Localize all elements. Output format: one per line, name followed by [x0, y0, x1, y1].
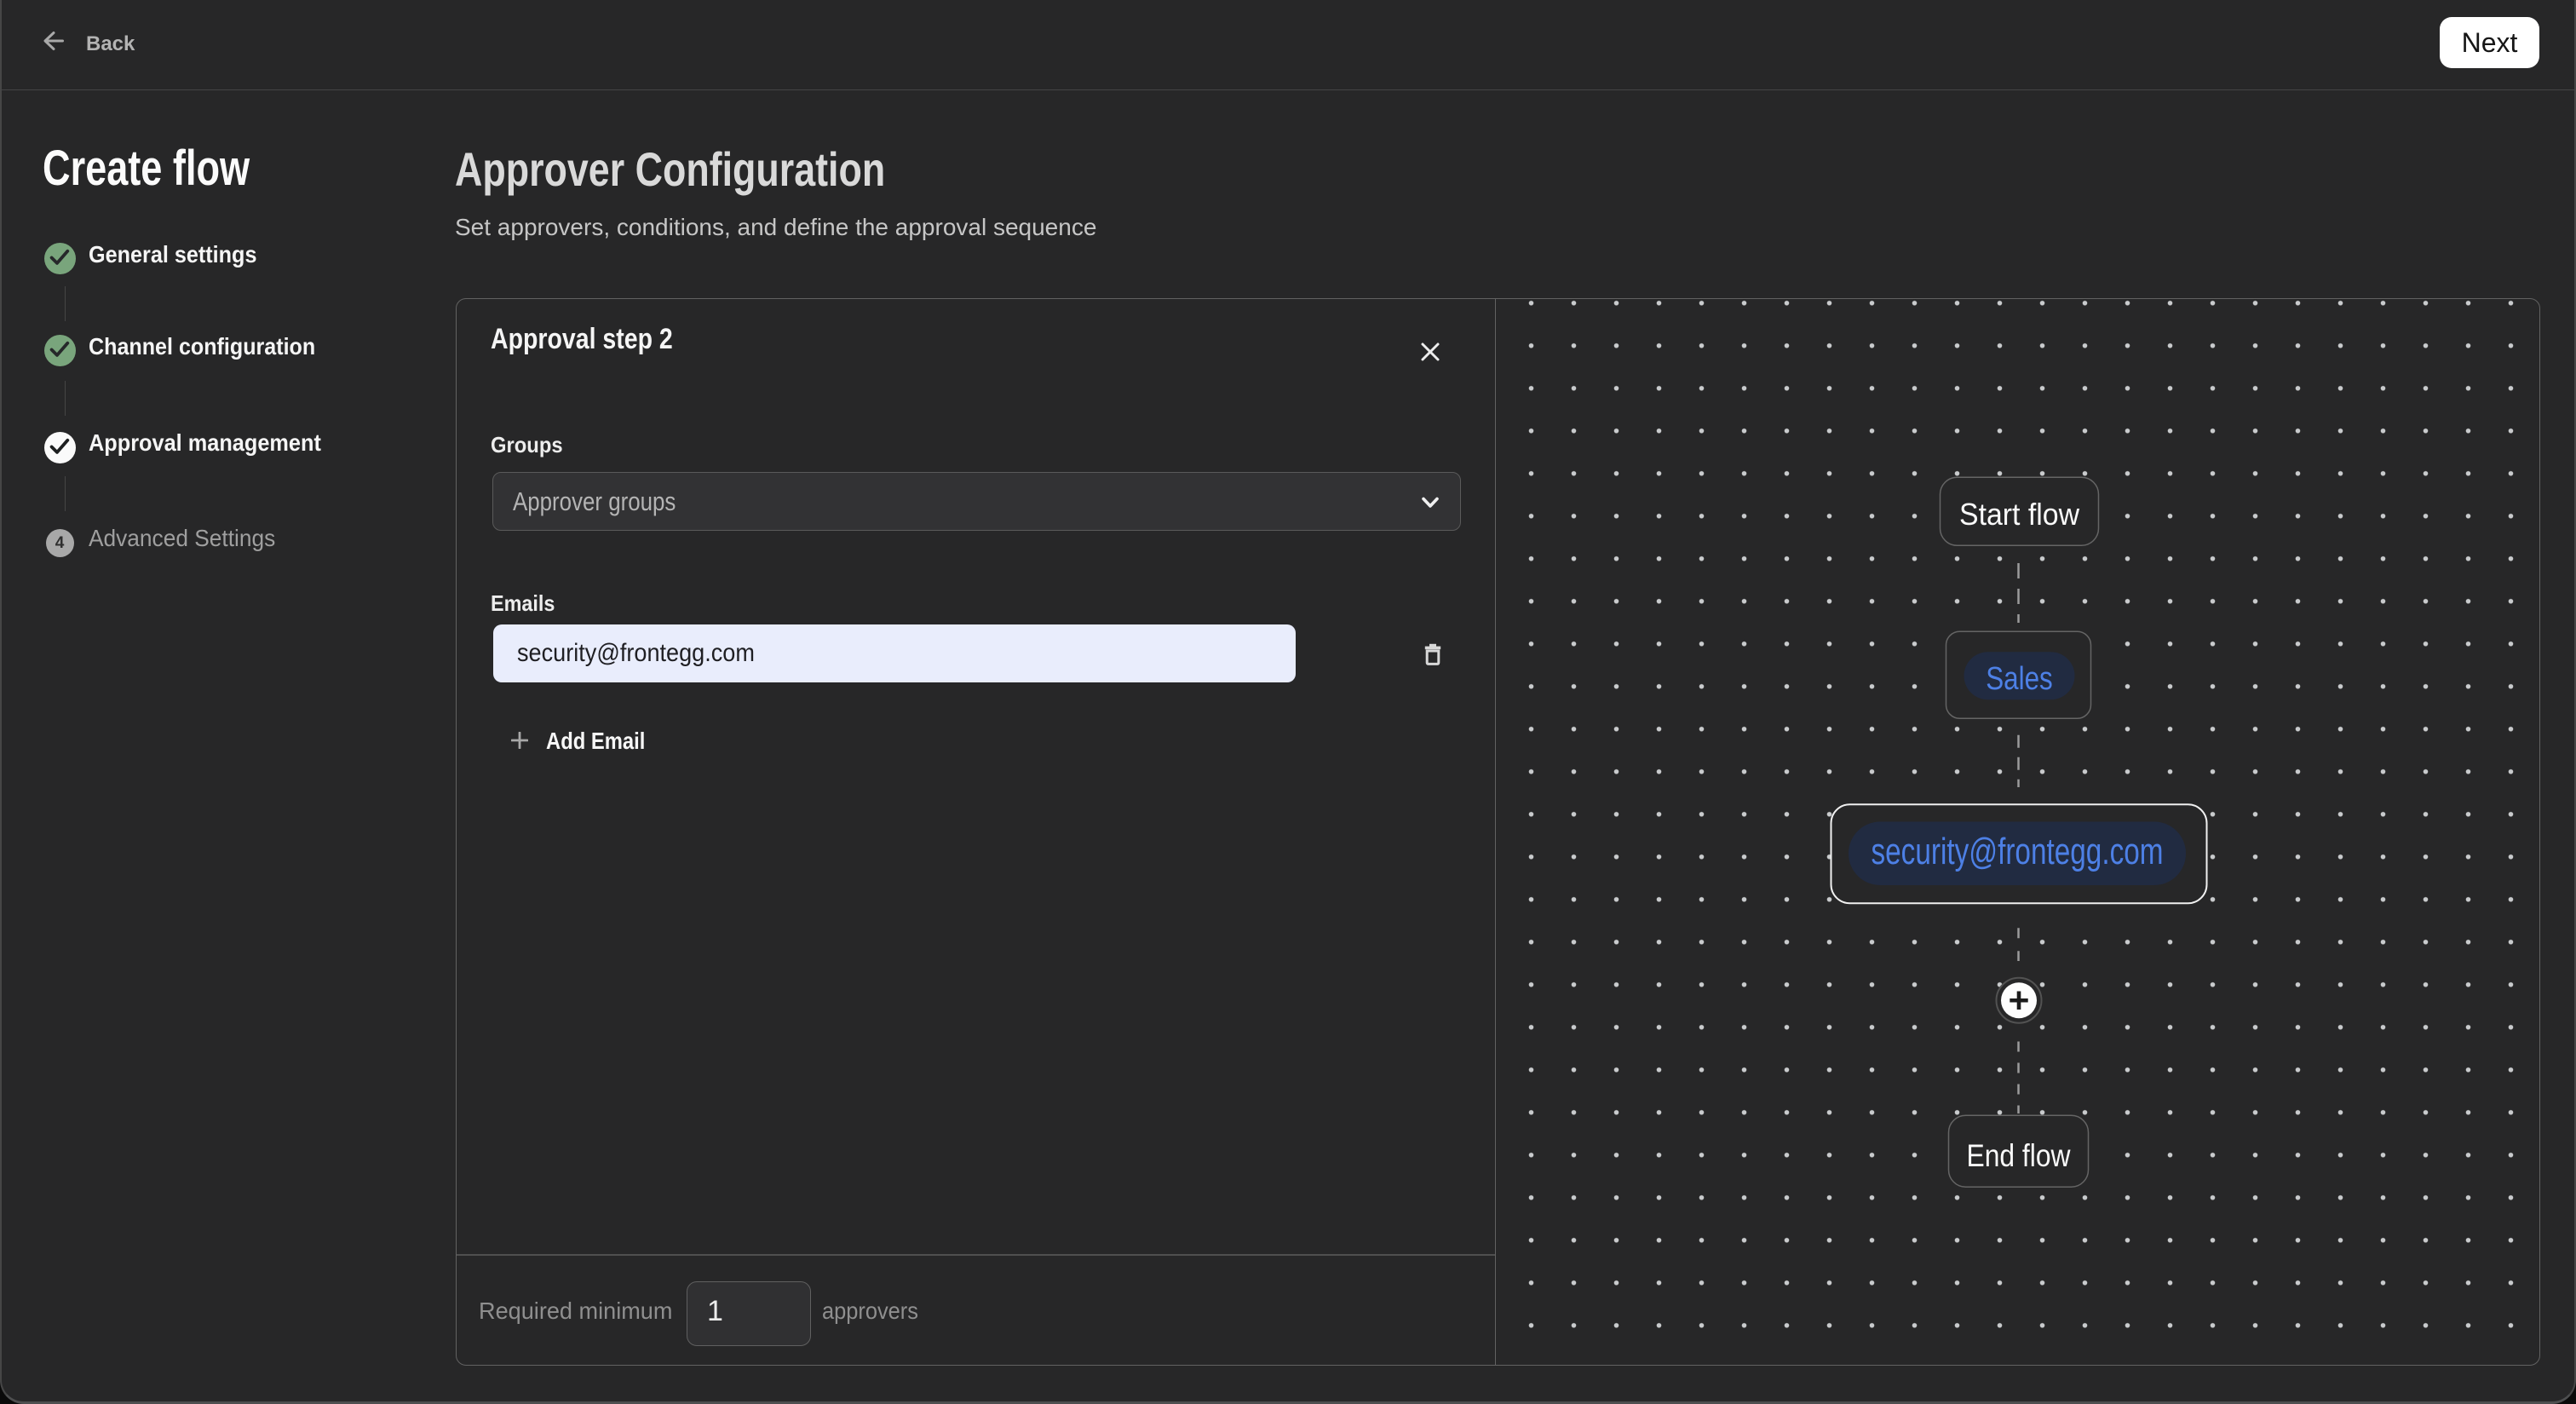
- svg-text:Sales: Sales: [1986, 661, 2053, 697]
- svg-text:Start flow: Start flow: [1959, 497, 2080, 532]
- svg-text:End flow: End flow: [1966, 1138, 2070, 1173]
- svg-text:security@frontegg.com: security@frontegg.com: [1871, 831, 2163, 872]
